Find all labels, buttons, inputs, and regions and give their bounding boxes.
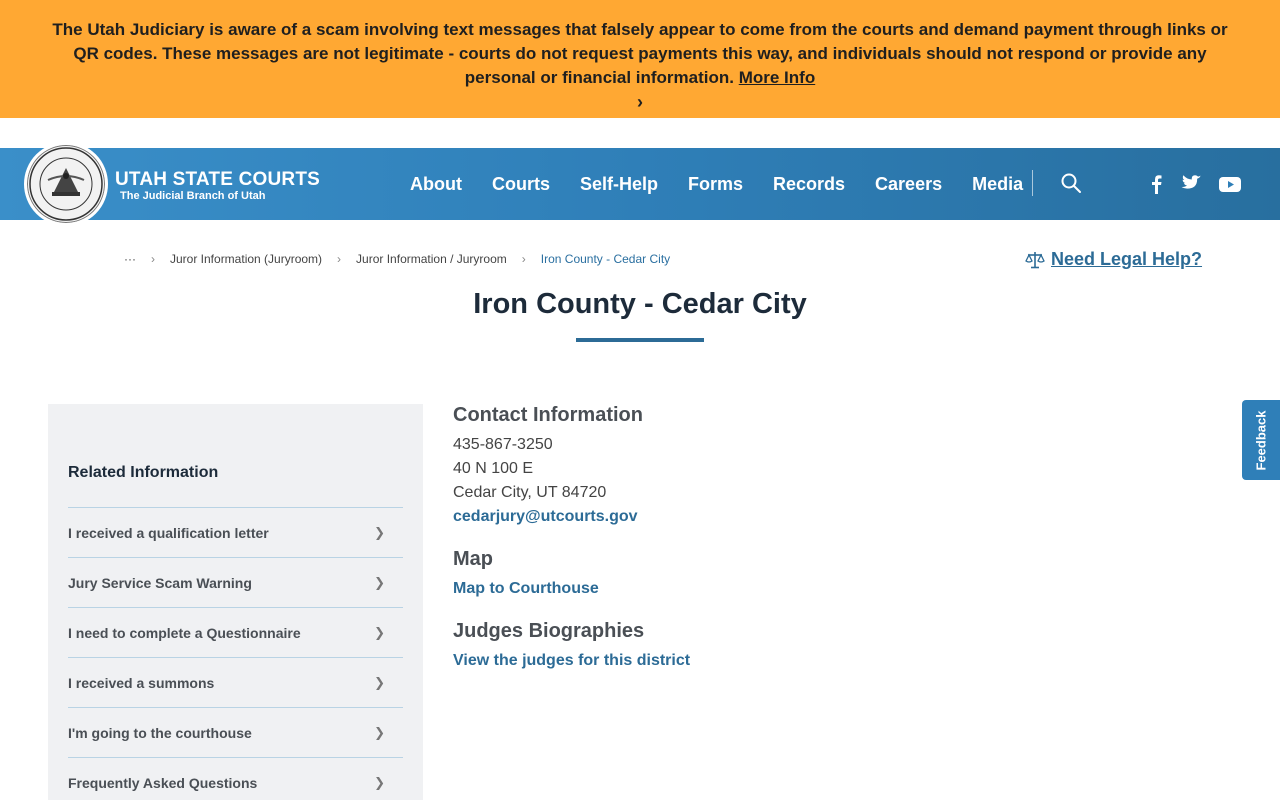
contact-address-line2: Cedar City, UT 84720 xyxy=(453,484,607,501)
feedback-label: Feedback xyxy=(1253,410,1269,470)
breadcrumb-item-juryroom[interactable]: Juror Information / Juryroom xyxy=(356,252,507,266)
contact-section: Contact Information 435-867-3250 40 N 10… xyxy=(453,404,643,529)
site-title: UTAH STATE COURTS xyxy=(115,169,320,190)
sidebar-item-label: Frequently Asked Questions xyxy=(68,774,258,791)
alert-more-info-link[interactable]: More Info xyxy=(739,68,816,87)
sidebar-item-label: I received a summons xyxy=(68,674,215,691)
map-heading: Map xyxy=(453,548,493,570)
breadcrumb-ellipsis[interactable]: ··· xyxy=(124,252,136,266)
scales-icon xyxy=(1025,251,1045,268)
nav-divider xyxy=(1032,170,1033,196)
breadcrumb: ··· › Juror Information (Juryroom) › Jur… xyxy=(124,252,670,266)
sidebar-item-label: I need to complete a Questionnaire xyxy=(68,624,301,641)
main-nav: About Courts Self-Help Forms Records Car… xyxy=(410,148,1053,220)
need-legal-help-label: Need Legal Help? xyxy=(1051,249,1203,269)
sidebar-item-scam-warning[interactable]: Jury Service Scam Warning ❯ xyxy=(68,557,403,607)
nav-careers[interactable]: Careers xyxy=(875,174,942,195)
site-subtitle: The Judicial Branch of Utah xyxy=(120,190,266,202)
sidebar-item-label: Jury Service Scam Warning xyxy=(68,574,252,591)
judges-heading: Judges Biographies xyxy=(453,620,645,642)
chevron-right-icon: › xyxy=(337,252,342,266)
breadcrumb-current: Iron County - Cedar City xyxy=(540,252,671,266)
nav-forms[interactable]: Forms xyxy=(688,174,743,195)
sidebar-heading: Related Information xyxy=(68,464,219,481)
seal-icon xyxy=(29,147,103,221)
sidebar-item-label: I received a qualification letter xyxy=(68,524,269,541)
scam-alert-banner: The Utah Judiciary is aware of a scam in… xyxy=(0,0,1280,118)
site-brand[interactable]: UTAH STATE COURTS The Judicial Branch of… xyxy=(115,170,320,203)
map-section: Map Map to Courthouse xyxy=(453,548,599,601)
sidebar-item-courthouse[interactable]: I'm going to the courthouse ❯ xyxy=(68,707,403,757)
chevron-right-icon: ❯ xyxy=(374,674,385,690)
contact-address-line1: 40 N 100 E xyxy=(453,460,534,477)
sidebar-item-qualification-letter[interactable]: I received a qualification letter ❯ xyxy=(68,507,403,557)
nav-self-help[interactable]: Self-Help xyxy=(580,174,658,195)
breadcrumb-item-juror-info[interactable]: Juror Information (Juryroom) xyxy=(170,252,322,266)
sidebar-item-summons[interactable]: I received a summons ❯ xyxy=(68,657,403,707)
contact-email-link[interactable]: cedarjury@utcourts.gov xyxy=(453,505,643,529)
contact-phone: 435-867-3250 xyxy=(453,436,553,453)
chevron-right-icon: ❯ xyxy=(374,724,385,740)
search-icon[interactable] xyxy=(1060,172,1084,196)
nav-media[interactable]: Media xyxy=(972,174,1023,195)
facebook-icon[interactable] xyxy=(1148,174,1170,194)
map-to-courthouse-link[interactable]: Map to Courthouse xyxy=(453,577,599,601)
nav-records[interactable]: Records xyxy=(773,174,845,195)
chevron-right-icon: › xyxy=(521,252,526,266)
sidebar-list: I received a qualification letter ❯ Jury… xyxy=(68,507,403,800)
youtube-icon[interactable] xyxy=(1218,174,1241,194)
title-underline xyxy=(576,338,704,342)
nav-courts[interactable]: Courts xyxy=(492,174,550,195)
twitter-icon[interactable] xyxy=(1180,174,1202,194)
alert-message: The Utah Judiciary is aware of a scam in… xyxy=(52,20,1228,87)
site-header: UTAH STATE COURTS The Judicial Branch of… xyxy=(0,142,1280,226)
chevron-right-icon: ❯ xyxy=(374,524,385,540)
need-legal-help-link[interactable]: Need Legal Help? xyxy=(1025,249,1202,270)
chevron-right-icon: › xyxy=(151,252,155,266)
feedback-tab[interactable]: Feedback xyxy=(1242,400,1280,480)
contact-heading: Contact Information xyxy=(453,404,643,426)
nav-about[interactable]: About xyxy=(410,174,462,195)
utah-judiciary-seal-logo[interactable] xyxy=(24,142,108,226)
chevron-right-icon: ❯ xyxy=(374,774,385,790)
chevron-right-icon[interactable]: › xyxy=(40,90,1240,114)
judges-section: Judges Biographies View the judges for t… xyxy=(453,620,690,673)
sidebar-item-questionnaire[interactable]: I need to complete a Questionnaire ❯ xyxy=(68,607,403,657)
chevron-right-icon: ❯ xyxy=(374,574,385,590)
sidebar-item-faq[interactable]: Frequently Asked Questions ❯ xyxy=(68,757,403,800)
chevron-right-icon: ❯ xyxy=(374,624,385,640)
page-title: Iron County - Cedar City xyxy=(473,288,807,320)
related-information-sidebar: Related Information I received a qualifi… xyxy=(48,404,423,800)
view-judges-link[interactable]: View the judges for this district xyxy=(453,649,690,673)
sidebar-item-label: I'm going to the courthouse xyxy=(68,724,252,741)
